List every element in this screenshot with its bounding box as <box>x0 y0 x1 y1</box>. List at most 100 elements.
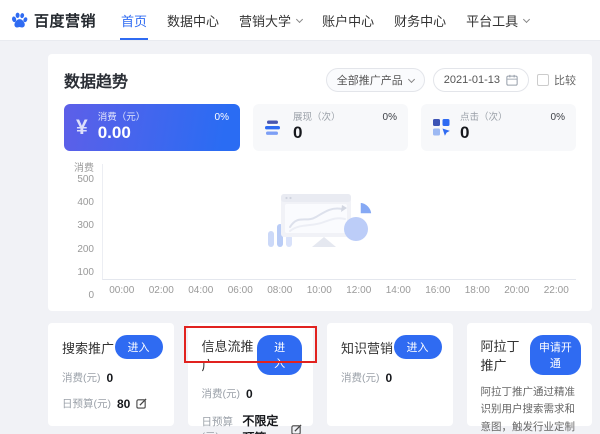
nav-item-marketing-academy[interactable]: 营销大学 <box>229 0 312 40</box>
x-axis: 00:00 02:00 04:00 06:00 08:00 10:00 12:0… <box>102 285 576 296</box>
x-tick: 20:00 <box>504 285 530 296</box>
nav-item-label: 数据中心 <box>167 13 220 29</box>
edit-icon[interactable] <box>291 423 302 434</box>
stat-value: 0 <box>460 123 470 142</box>
row-label: 日预算(元) <box>201 416 234 434</box>
card-title: 信息流推广 <box>201 339 254 373</box>
y-tick: 200 <box>77 243 94 255</box>
card-feed-promotion: 信息流推广 进入 消费(元) 0 日预算(元) 不限定预算 <box>183 323 317 434</box>
empty-state-illustration <box>268 194 376 255</box>
compare-control: 比较 <box>537 72 576 88</box>
row-label: 日预算(元) <box>62 398 111 410</box>
x-tick: 18:00 <box>464 285 490 296</box>
main-nav: 首页 数据中心 营销大学 账户中心 财务中心 平台工具 <box>111 0 539 40</box>
nav-item-account-center[interactable]: 账户中心 <box>312 0 384 40</box>
product-filter-value: 全部推广产品 <box>336 75 403 87</box>
x-tick: 16:00 <box>425 285 451 296</box>
nav-item-platform-tools[interactable]: 平台工具 <box>456 0 539 40</box>
calendar-icon <box>506 74 518 86</box>
enter-button[interactable]: 进入 <box>114 335 163 359</box>
stat-percent: 0% <box>214 112 229 123</box>
stat-card-cost[interactable]: ¥ 消费（元） 0.00 0% <box>64 104 240 151</box>
x-tick: 00:00 <box>109 285 135 296</box>
x-tick: 14:00 <box>385 285 411 296</box>
stat-card-clicks[interactable]: 点击（次） 0 0% <box>421 104 576 151</box>
chevron-down-icon <box>407 75 415 83</box>
product-cards: 搜索推广 进入 消费(元) 0 日预算(元) 80 信息流推广 进入 消费(元)… <box>48 323 592 434</box>
bars-icon <box>265 120 283 136</box>
nav-item-label: 营销大学 <box>239 13 292 29</box>
y-tick: 400 <box>77 197 94 209</box>
stat-value: 0.00 <box>97 123 131 142</box>
edit-icon[interactable] <box>136 398 147 409</box>
card-row: 消费(元) 0 <box>341 370 442 385</box>
card-header: 搜索推广 进入 <box>62 335 163 359</box>
card-header: 阿拉丁推广 申请开通 <box>480 335 581 375</box>
stat-label: 展现（次） <box>293 111 341 123</box>
date-picker[interactable]: 2021-01-13 <box>432 68 529 92</box>
nav-item-finance-center[interactable]: 财务中心 <box>384 0 456 40</box>
y-tick: 100 <box>77 266 94 278</box>
stat-percent: 0% <box>382 112 397 123</box>
plot-area <box>102 164 576 280</box>
stat-percent: 0% <box>550 112 565 123</box>
yuan-icon: ¥ <box>76 115 88 139</box>
x-tick: 06:00 <box>227 285 253 296</box>
chevron-down-icon <box>523 15 531 23</box>
nav-item-data-center[interactable]: 数据中心 <box>157 0 229 40</box>
grid-cursor-icon <box>433 119 450 136</box>
stat-label: 消费（元） <box>97 111 146 123</box>
row-label: 消费(元) <box>341 372 380 384</box>
row-label: 消费(元) <box>201 388 241 400</box>
compare-label: 比较 <box>554 75 576 87</box>
card-header: 信息流推广 进入 <box>201 335 302 375</box>
row-value: 0 <box>246 386 253 401</box>
y-tick: 500 <box>77 174 94 185</box>
stat-value: 0 <box>293 123 303 142</box>
date-value: 2021-01-13 <box>443 74 500 86</box>
x-tick: 08:00 <box>267 285 293 296</box>
card-description: 阿拉丁推广通过精准识别用户搜索需求和意图，触发行业定制化的搜索特型结果。 <box>480 386 576 433</box>
enter-button[interactable]: 进入 <box>393 335 442 359</box>
nav-item-label: 首页 <box>121 13 148 29</box>
enter-button[interactable]: 进入 <box>257 335 302 375</box>
x-tick: 02:00 <box>148 285 174 296</box>
stat-label: 点击（次） <box>460 111 508 123</box>
row-label: 消费(元) <box>62 372 101 384</box>
top-navbar: 百度营销 首页 数据中心 营销大学 账户中心 财务中心 平台工具 <box>0 0 600 41</box>
trend-chart: 消费 500 400 300 200 100 0 00:00 02:00 04:… <box>64 159 576 301</box>
card-title: 搜索推广 <box>62 340 115 356</box>
chevron-down-icon <box>296 15 304 23</box>
stat-card-impressions[interactable]: 展现（次） 0 0% <box>253 104 408 151</box>
x-tick: 10:00 <box>306 285 332 296</box>
y-tick: 300 <box>77 220 94 232</box>
card-row: 日预算(元) 80 <box>62 396 163 411</box>
row-value: 80 <box>117 396 131 411</box>
row-value: 0 <box>106 370 114 385</box>
card-knowledge-marketing: 知识营销 进入 消费(元) 0 <box>327 323 453 426</box>
y-axis-title: 消费 <box>74 163 94 174</box>
baidu-logo-icon <box>10 11 29 30</box>
plot-wrap: 00:00 02:00 04:00 06:00 08:00 10:00 12:0… <box>102 159 576 301</box>
data-trend-panel: 数据趋势 全部推广产品 2021-01-13 比较 ¥ 消费（元） 0.00 0… <box>48 54 592 311</box>
brand[interactable]: 百度营销 <box>10 10 96 31</box>
panel-controls: 全部推广产品 2021-01-13 比较 <box>325 68 576 92</box>
card-title: 知识营销 <box>341 340 394 356</box>
nav-item-label: 平台工具 <box>466 13 519 29</box>
card-row: 日预算(元) 不限定预算 <box>202 412 303 434</box>
card-title: 阿拉丁推广 <box>480 339 520 373</box>
card-row: 消费(元) 0 <box>62 370 163 385</box>
card-aladdin-promotion: 阿拉丁推广 申请开通 阿拉丁推广通过精准识别用户搜索需求和意图，触发行业定制化的… <box>466 323 592 433</box>
panel-header: 数据趋势 全部推广产品 2021-01-13 比较 <box>64 68 576 92</box>
apply-button[interactable]: 申请开通 <box>529 335 581 375</box>
nav-item-home[interactable]: 首页 <box>111 0 157 40</box>
product-filter-select[interactable]: 全部推广产品 <box>325 68 425 92</box>
nav-item-label: 账户中心 <box>322 13 375 29</box>
card-header: 知识营销 进入 <box>341 335 442 359</box>
y-axis: 消费 500 400 300 200 100 0 <box>64 159 102 301</box>
compare-checkbox[interactable] <box>537 74 549 86</box>
y-ticks: 500 400 300 200 100 0 <box>77 175 94 301</box>
card-row: 消费(元) 0 <box>202 386 303 401</box>
x-tick: 12:00 <box>346 285 372 296</box>
row-value: 不限定预算 <box>242 414 279 434</box>
